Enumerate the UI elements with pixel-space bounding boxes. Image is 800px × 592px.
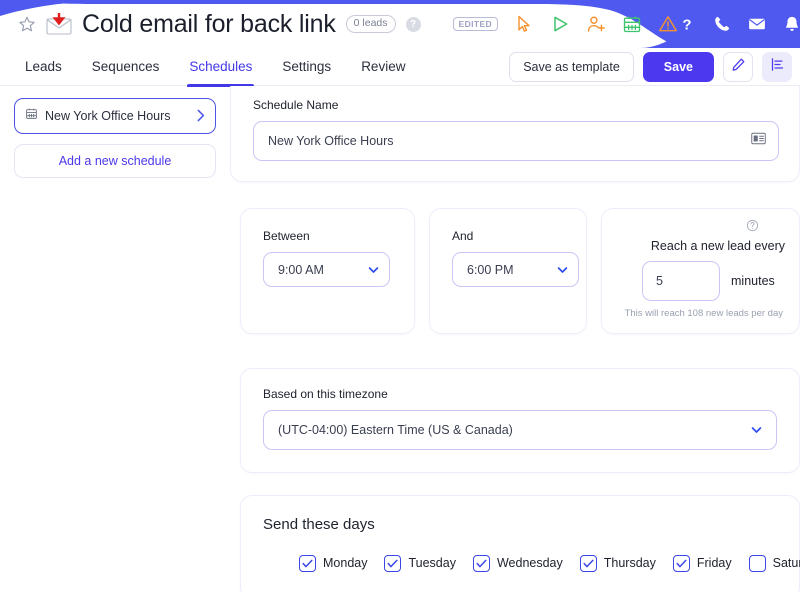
- day-label-wednesday: Wednesday: [496, 556, 563, 571]
- schedules-sidebar: New York Office Hours Add a new schedule: [0, 86, 230, 592]
- svg-text:?: ?: [682, 16, 691, 33]
- tab-bar-actions: Save as template Save: [509, 51, 800, 82]
- warning-icon[interactable]: [658, 14, 678, 34]
- play-icon[interactable]: [550, 14, 570, 34]
- inbox-mail-icon: [46, 13, 72, 35]
- between-select-wrap: 9:00 AM: [263, 252, 390, 287]
- sidebar-item-new-york-office-hours[interactable]: New York Office Hours: [14, 98, 216, 134]
- checkbox-tuesday[interactable]: [384, 554, 402, 572]
- save-as-template-button[interactable]: Save as template: [509, 51, 634, 82]
- top-bar: Cold email for back link 0 leads ? EDITE…: [0, 0, 800, 48]
- between-label: Between: [263, 229, 310, 243]
- help-icon[interactable]: ?: [678, 15, 696, 33]
- phone-icon[interactable]: [713, 15, 731, 33]
- tab-bar: Leads Sequences Schedules Settings Revie…: [0, 48, 800, 87]
- day-item-thursday[interactable]: Thursday: [579, 554, 656, 572]
- timezone-select[interactable]: (UTC-04:00) Eastern Time (US & Canada): [263, 409, 777, 450]
- schedule-name-input[interactable]: [253, 121, 779, 161]
- app-root: Cold email for back link 0 leads ? EDITE…: [0, 0, 800, 592]
- timezone-card: Based on this timezone (UTC-04:00) Easte…: [240, 367, 800, 473]
- schedule-name-card: Schedule Name: [230, 86, 800, 182]
- page-title: Cold email for back link: [82, 9, 336, 38]
- reach-input-row: minutes: [620, 261, 785, 301]
- reach-estimate-note: This will reach 108 new leads per day: [624, 308, 783, 319]
- calendar-icon[interactable]: [622, 14, 642, 34]
- day-label-tuesday: Tuesday: [408, 556, 456, 571]
- chevron-down-icon: [751, 423, 762, 437]
- and-select-wrap: 6:00 PM: [452, 252, 579, 287]
- day-item-friday[interactable]: Friday: [672, 554, 732, 572]
- day-item-saturday[interactable]: Saturday: [748, 554, 800, 572]
- title-help-icon[interactable]: ?: [405, 16, 421, 32]
- schedule-name-input-wrap: [253, 121, 779, 161]
- tab-sequences[interactable]: Sequences: [77, 48, 175, 86]
- tab-schedules[interactable]: Schedules: [174, 48, 267, 87]
- timezone-value: (UTC-04:00) Eastern Time (US & Canada): [278, 422, 513, 437]
- send-days-card: Send these days Monday Tuesday Wednesday…: [240, 494, 800, 592]
- envelope-icon[interactable]: [748, 15, 766, 33]
- send-days-list: Monday Tuesday Wednesday Thursday Friday…: [263, 554, 800, 572]
- cursor-icon[interactable]: [514, 14, 534, 34]
- reach-unit-label: minutes: [731, 274, 775, 288]
- timezone-label: Based on this timezone: [263, 386, 388, 401]
- report-button[interactable]: [762, 51, 792, 82]
- edit-button[interactable]: [723, 51, 753, 82]
- day-item-wednesday[interactable]: Wednesday: [472, 554, 563, 572]
- checkbox-thursday[interactable]: [579, 554, 597, 572]
- header-right-icons: ? J: [678, 9, 800, 39]
- chevron-right-icon: [196, 109, 205, 124]
- star-icon[interactable]: [18, 15, 36, 33]
- schedule-editor: Schedule Name Between: [230, 86, 800, 592]
- between-card: Between 9:00 AM: [240, 208, 415, 334]
- day-label-thursday: Thursday: [603, 556, 656, 571]
- day-item-monday[interactable]: Monday: [299, 554, 368, 572]
- reach-minutes-input[interactable]: [642, 261, 720, 301]
- leads-count-badge: 0 leads: [345, 15, 396, 33]
- calendar-icon: [25, 107, 38, 125]
- checkbox-saturday[interactable]: [748, 554, 766, 572]
- add-user-icon[interactable]: [586, 14, 606, 34]
- checkbox-wednesday[interactable]: [472, 554, 490, 572]
- title-group: Cold email for back link 0 leads ?: [0, 10, 421, 39]
- save-button[interactable]: Save: [642, 51, 714, 82]
- tab-leads[interactable]: Leads: [10, 48, 77, 86]
- edited-badge: EDITED: [452, 16, 499, 32]
- schedule-name-label: Schedule Name: [253, 98, 339, 112]
- sidebar-item-label: New York Office Hours: [45, 109, 171, 123]
- pencil-icon: [731, 57, 746, 77]
- day-label-saturday: Saturday: [772, 556, 800, 571]
- id-card-icon[interactable]: [751, 132, 766, 150]
- tab-review[interactable]: Review: [346, 48, 420, 86]
- reach-title: Reach a new lead every: [650, 239, 785, 253]
- and-time-value: 6:00 PM: [467, 262, 514, 277]
- and-time-select[interactable]: 6:00 PM: [452, 252, 579, 287]
- reach-rate-card: Reach a new lead every minutes This will…: [601, 208, 800, 334]
- day-item-tuesday[interactable]: Tuesday: [384, 554, 456, 572]
- header-tool-icons: EDITED: [452, 14, 679, 34]
- day-label-monday: Monday: [323, 556, 368, 571]
- and-label: And: [452, 229, 474, 243]
- chart-bar-icon: [770, 57, 785, 77]
- between-time-value: 9:00 AM: [278, 262, 324, 277]
- between-time-select[interactable]: 9:00 AM: [263, 252, 390, 287]
- and-card: And 6:00 PM: [429, 208, 587, 334]
- timing-cards-row: Between 9:00 AM And 6:00 PM Reach a new …: [240, 208, 800, 334]
- chevron-down-icon: [557, 263, 568, 277]
- checkbox-friday[interactable]: [672, 554, 690, 572]
- chevron-down-icon: [368, 263, 379, 277]
- day-label-friday: Friday: [696, 556, 732, 571]
- bell-icon[interactable]: [783, 15, 800, 33]
- tab-settings[interactable]: Settings: [267, 48, 346, 86]
- checkbox-monday[interactable]: [299, 554, 316, 572]
- send-days-title: Send these days: [263, 515, 375, 533]
- page-body: New York Office Hours Add a new schedule…: [0, 86, 800, 592]
- add-new-schedule-button[interactable]: Add a new schedule: [14, 144, 216, 178]
- help-circle-icon[interactable]: [746, 219, 759, 237]
